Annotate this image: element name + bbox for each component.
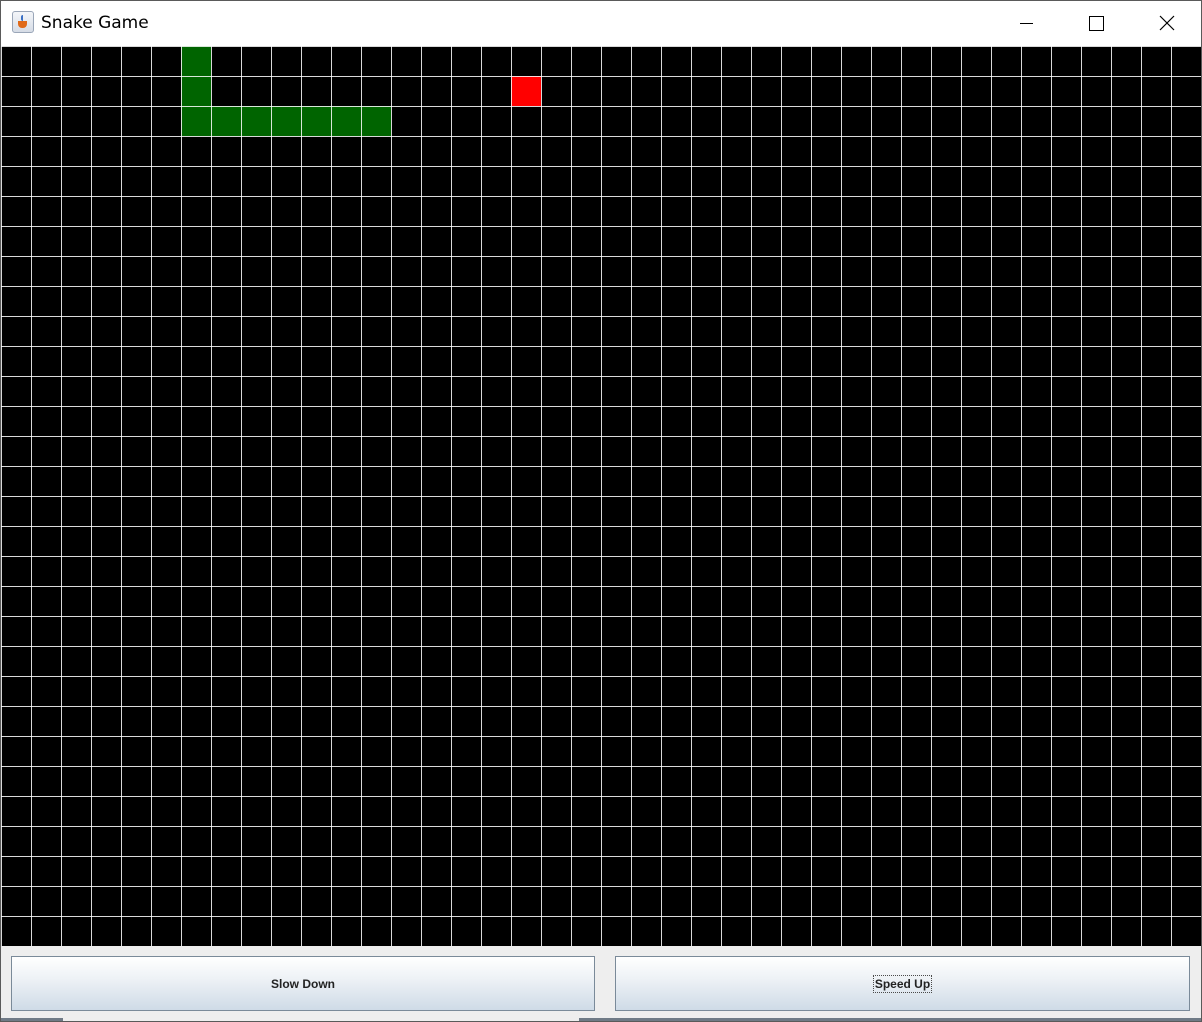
status-strip-right xyxy=(579,1018,1201,1021)
speed-up-label: Speed Up xyxy=(872,974,933,993)
minimize-icon xyxy=(1020,23,1033,24)
maximize-button[interactable] xyxy=(1061,1,1131,46)
snake-segment xyxy=(301,106,331,136)
grid-lines xyxy=(1,46,1201,946)
snake-game-window: Snake Game Slow Down Speed Up xyxy=(0,0,1202,1022)
status-strip-left xyxy=(1,1018,63,1021)
close-button[interactable] xyxy=(1131,1,1201,46)
snake-segment xyxy=(181,76,211,106)
snake-segment xyxy=(241,106,271,136)
snake-segment xyxy=(211,106,241,136)
game-grid xyxy=(1,46,1201,946)
snake-segment xyxy=(181,106,211,136)
java-cup-icon[interactable] xyxy=(12,11,34,33)
slow-down-button[interactable]: Slow Down xyxy=(11,956,595,1011)
title-bar[interactable]: Snake Game xyxy=(1,1,1201,46)
maximize-icon xyxy=(1089,16,1104,31)
snake-head xyxy=(361,106,391,136)
snake-segment xyxy=(331,106,361,136)
slow-down-label: Slow Down xyxy=(271,976,335,991)
window-title: Snake Game xyxy=(41,13,149,33)
snake-segment xyxy=(181,46,211,76)
snake-segment xyxy=(271,106,301,136)
game-board[interactable] xyxy=(1,46,1201,946)
close-icon xyxy=(1159,15,1175,31)
minimize-button[interactable] xyxy=(991,1,1061,46)
food xyxy=(511,76,541,106)
controls-panel: Slow Down Speed Up xyxy=(1,946,1201,1021)
speed-up-button[interactable]: Speed Up xyxy=(615,956,1190,1011)
